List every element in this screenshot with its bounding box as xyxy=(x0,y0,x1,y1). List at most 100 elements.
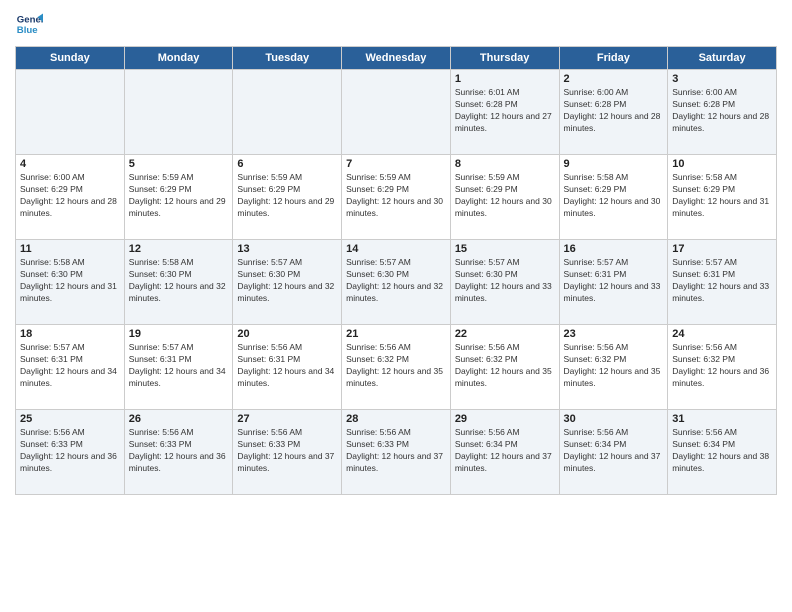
calendar-cell: 23Sunrise: 5:56 AMSunset: 6:32 PMDayligh… xyxy=(559,325,668,410)
day-info: Sunrise: 5:58 AMSunset: 6:29 PMDaylight:… xyxy=(564,172,664,220)
day-header-monday: Monday xyxy=(124,47,233,70)
day-number: 27 xyxy=(237,413,337,425)
day-number: 19 xyxy=(129,328,229,340)
day-info: Sunrise: 5:57 AMSunset: 6:30 PMDaylight:… xyxy=(346,257,446,305)
calendar-cell: 25 Sunrise: 5:56 AMSunset: 6:33 PMDayligh… xyxy=(16,410,125,495)
day-info: Sunrise: 5:58 AMSunset: 6:29 PMDaylight:… xyxy=(672,172,772,220)
day-info: Sunrise: 5:57 AMSunset: 6:31 PMDaylight:… xyxy=(129,342,229,390)
day-info: Sunrise: 5:57 AMSunset: 6:31 PMDaylight:… xyxy=(20,342,120,390)
day-number: 12 xyxy=(129,243,229,255)
svg-text:Blue: Blue xyxy=(17,25,38,36)
day-number: 31 xyxy=(672,413,772,425)
day-number: 6 xyxy=(237,158,337,170)
week-row-4: 18Sunrise: 5:57 AMSunset: 6:31 PMDayligh… xyxy=(16,325,777,410)
calendar-cell: 7 Sunrise: 5:59 AMSunset: 6:29 PMDaylight… xyxy=(342,155,451,240)
day-number: 7 xyxy=(346,158,446,170)
day-number: 29 xyxy=(455,413,555,425)
calendar-cell: 18Sunrise: 5:57 AMSunset: 6:31 PMDayligh… xyxy=(16,325,125,410)
day-number: 5 xyxy=(129,158,229,170)
calendar-cell: 30 Sunrise: 5:56 AMSunset: 6:34 PMDayligh… xyxy=(559,410,668,495)
calendar-cell: 29Sunrise: 5:56 AMSunset: 6:34 PMDayligh… xyxy=(450,410,559,495)
day-number: 2 xyxy=(564,73,664,85)
calendar-cell: 15 Sunrise: 5:57 AMSunset: 6:30 PMDayligh… xyxy=(450,240,559,325)
page: General Blue SundayMondayTuesdayWednesda… xyxy=(0,0,792,612)
header: General Blue xyxy=(15,10,777,38)
calendar-cell: 20Sunrise: 5:56 AMSunset: 6:31 PMDayligh… xyxy=(233,325,342,410)
calendar-cell: 9Sunrise: 5:58 AMSunset: 6:29 PMDaylight… xyxy=(559,155,668,240)
day-info: Sunrise: 6:00 AMSunset: 6:29 PMDaylight:… xyxy=(20,172,120,220)
day-number: 15 xyxy=(455,243,555,255)
day-number: 1 xyxy=(455,73,555,85)
day-info: Sunrise: 5:56 AMSunset: 6:32 PMDaylight:… xyxy=(672,342,772,390)
day-header-tuesday: Tuesday xyxy=(233,47,342,70)
day-info: Sunrise: 5:56 AMSunset: 6:31 PMDaylight:… xyxy=(237,342,337,390)
calendar-cell: 1 Sunrise: 6:01 AMSunset: 6:28 PMDaylight… xyxy=(450,70,559,155)
day-headers-row: SundayMondayTuesdayWednesdayThursdayFrid… xyxy=(16,47,777,70)
logo: General Blue xyxy=(15,10,47,38)
day-info: Sunrise: 5:57 AMSunset: 6:30 PMDaylight:… xyxy=(237,257,337,305)
calendar-cell: 5 Sunrise: 5:59 AMSunset: 6:29 PMDaylight… xyxy=(124,155,233,240)
day-number: 21 xyxy=(346,328,446,340)
calendar-cell: 13 Sunrise: 5:57 AMSunset: 6:30 PMDayligh… xyxy=(233,240,342,325)
day-number: 17 xyxy=(672,243,772,255)
day-info: Sunrise: 5:56 AMSunset: 6:33 PMDaylight:… xyxy=(346,427,446,475)
calendar-table: SundayMondayTuesdayWednesdayThursdayFrid… xyxy=(15,46,777,495)
day-info: Sunrise: 5:59 AMSunset: 6:29 PMDaylight:… xyxy=(129,172,229,220)
calendar-cell: 21 Sunrise: 5:56 AMSunset: 6:32 PMDayligh… xyxy=(342,325,451,410)
calendar-cell xyxy=(124,70,233,155)
day-info: Sunrise: 5:59 AMSunset: 6:29 PMDaylight:… xyxy=(455,172,555,220)
calendar-header: SundayMondayTuesdayWednesdayThursdayFrid… xyxy=(16,47,777,70)
day-info: Sunrise: 5:57 AMSunset: 6:31 PMDaylight:… xyxy=(564,257,664,305)
week-row-5: 25 Sunrise: 5:56 AMSunset: 6:33 PMDayligh… xyxy=(16,410,777,495)
day-info: Sunrise: 6:01 AMSunset: 6:28 PMDaylight:… xyxy=(455,87,555,135)
day-info: Sunrise: 5:56 AMSunset: 6:34 PMDaylight:… xyxy=(672,427,772,475)
calendar-body: 1 Sunrise: 6:01 AMSunset: 6:28 PMDaylight… xyxy=(16,70,777,495)
day-number: 25 xyxy=(20,413,120,425)
day-number: 26 xyxy=(129,413,229,425)
day-info: Sunrise: 5:56 AMSunset: 6:32 PMDaylight:… xyxy=(346,342,446,390)
day-number: 10 xyxy=(672,158,772,170)
calendar-cell: 14 Sunrise: 5:57 AMSunset: 6:30 PMDayligh… xyxy=(342,240,451,325)
calendar-cell: 6Sunrise: 5:59 AMSunset: 6:29 PMDaylight… xyxy=(233,155,342,240)
day-info: Sunrise: 5:56 AMSunset: 6:33 PMDaylight:… xyxy=(20,427,120,475)
day-info: Sunrise: 5:57 AMSunset: 6:30 PMDaylight:… xyxy=(455,257,555,305)
day-info: Sunrise: 5:58 AMSunset: 6:30 PMDaylight:… xyxy=(20,257,120,305)
day-info: Sunrise: 5:56 AMSunset: 6:34 PMDaylight:… xyxy=(564,427,664,475)
week-row-1: 1 Sunrise: 6:01 AMSunset: 6:28 PMDaylight… xyxy=(16,70,777,155)
calendar-cell: 26Sunrise: 5:56 AMSunset: 6:33 PMDayligh… xyxy=(124,410,233,495)
calendar-cell: 3 Sunrise: 6:00 AMSunset: 6:28 PMDaylight… xyxy=(668,70,777,155)
day-number: 13 xyxy=(237,243,337,255)
day-number: 24 xyxy=(672,328,772,340)
day-number: 3 xyxy=(672,73,772,85)
day-info: Sunrise: 6:00 AMSunset: 6:28 PMDaylight:… xyxy=(672,87,772,135)
day-header-sunday: Sunday xyxy=(16,47,125,70)
calendar-cell: 11Sunrise: 5:58 AMSunset: 6:30 PMDayligh… xyxy=(16,240,125,325)
calendar-cell: 31 Sunrise: 5:56 AMSunset: 6:34 PMDayligh… xyxy=(668,410,777,495)
day-info: Sunrise: 5:59 AMSunset: 6:29 PMDaylight:… xyxy=(346,172,446,220)
calendar-cell: 4 Sunrise: 6:00 AMSunset: 6:29 PMDaylight… xyxy=(16,155,125,240)
day-number: 30 xyxy=(564,413,664,425)
day-info: Sunrise: 6:00 AMSunset: 6:28 PMDaylight:… xyxy=(564,87,664,135)
day-info: Sunrise: 5:58 AMSunset: 6:30 PMDaylight:… xyxy=(129,257,229,305)
day-number: 14 xyxy=(346,243,446,255)
week-row-2: 4 Sunrise: 6:00 AMSunset: 6:29 PMDaylight… xyxy=(16,155,777,240)
day-header-thursday: Thursday xyxy=(450,47,559,70)
calendar-cell: 17Sunrise: 5:57 AMSunset: 6:31 PMDayligh… xyxy=(668,240,777,325)
calendar-cell: 28Sunrise: 5:56 AMSunset: 6:33 PMDayligh… xyxy=(342,410,451,495)
day-number: 8 xyxy=(455,158,555,170)
calendar-cell xyxy=(233,70,342,155)
calendar-cell: 24 Sunrise: 5:56 AMSunset: 6:32 PMDayligh… xyxy=(668,325,777,410)
day-info: Sunrise: 5:56 AMSunset: 6:32 PMDaylight:… xyxy=(455,342,555,390)
calendar-cell: 27 Sunrise: 5:56 AMSunset: 6:33 PMDayligh… xyxy=(233,410,342,495)
calendar-cell: 12 Sunrise: 5:58 AMSunset: 6:30 PMDayligh… xyxy=(124,240,233,325)
day-number: 4 xyxy=(20,158,120,170)
day-info: Sunrise: 5:56 AMSunset: 6:32 PMDaylight:… xyxy=(564,342,664,390)
day-info: Sunrise: 5:56 AMSunset: 6:33 PMDaylight:… xyxy=(237,427,337,475)
calendar-cell xyxy=(342,70,451,155)
calendar-cell: 16Sunrise: 5:57 AMSunset: 6:31 PMDayligh… xyxy=(559,240,668,325)
calendar-cell xyxy=(16,70,125,155)
calendar-cell: 2 Sunrise: 6:00 AMSunset: 6:28 PMDaylight… xyxy=(559,70,668,155)
calendar-cell: 10 Sunrise: 5:58 AMSunset: 6:29 PMDayligh… xyxy=(668,155,777,240)
week-row-3: 11Sunrise: 5:58 AMSunset: 6:30 PMDayligh… xyxy=(16,240,777,325)
day-header-saturday: Saturday xyxy=(668,47,777,70)
